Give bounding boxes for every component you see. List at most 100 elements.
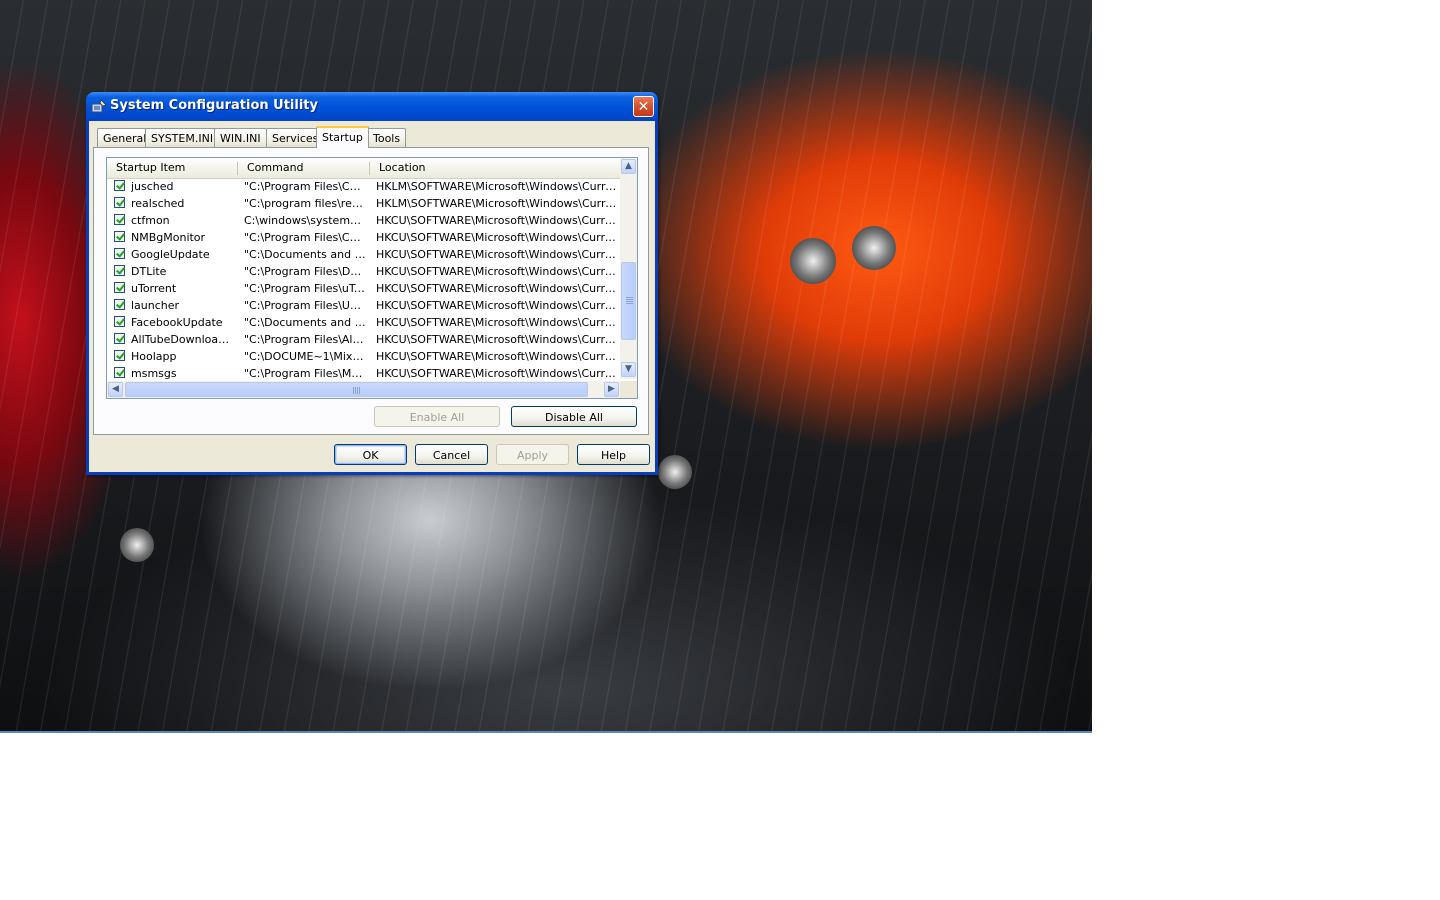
startup-item-name: jusched bbox=[131, 180, 174, 193]
startup-item-command: "C:\Program Files\DAE... bbox=[244, 265, 366, 278]
arrow-down-icon: ▼ bbox=[625, 364, 632, 374]
table-row[interactable]: uTorrent "C:\Program Files\uTo... HKCU\SOF… bbox=[107, 280, 621, 297]
scrollbar-corner bbox=[620, 381, 637, 398]
window-titlebar[interactable]: System Configuration Utility ✕ bbox=[86, 92, 658, 121]
table-row[interactable]: Hoolapp "C:\DOCUME~1\Mixi\... HKCU\SOFTWAR… bbox=[107, 348, 621, 365]
scroll-left-button[interactable]: ◀ bbox=[108, 382, 123, 397]
startup-item-name: launcher bbox=[131, 299, 180, 312]
startup-item-checkbox[interactable] bbox=[114, 350, 125, 361]
table-row[interactable]: GoogleUpdate "C:\Documents and Se... HKCU\… bbox=[107, 246, 621, 263]
startup-item-command: "C:\Program Files\Com... bbox=[244, 180, 366, 193]
startup-item-command: "C:\Program Files\AllT... bbox=[244, 333, 366, 346]
startup-item-command: "C:\Documents and Se... bbox=[244, 248, 366, 261]
enable-all-button[interactable]: Enable All bbox=[374, 406, 500, 427]
apply-button[interactable]: Apply bbox=[496, 444, 569, 465]
startup-item-command: "C:\Program Files\Unib... bbox=[244, 299, 366, 312]
startup-item-command: "C:\Program Files\Com... bbox=[244, 231, 366, 244]
startup-item-location: HKLM\SOFTWARE\Microsoft\Windows\CurrentV… bbox=[376, 197, 620, 210]
startup-item-command: "C:\DOCUME~1\Mixi\... bbox=[244, 350, 366, 363]
desktop-edge bbox=[0, 731, 1092, 733]
table-row[interactable]: ctfmon C:\windows\system32... HKCU\SOFTWAR… bbox=[107, 212, 621, 229]
tab-tools[interactable]: Tools bbox=[367, 128, 407, 147]
disable-all-button[interactable]: Disable All bbox=[511, 406, 637, 427]
arrow-up-icon: ▲ bbox=[625, 161, 632, 171]
wallpaper-headlight bbox=[790, 238, 836, 284]
startup-item-command: "C:\Program Files\uTo... bbox=[244, 282, 366, 295]
startup-item-checkbox[interactable] bbox=[114, 214, 125, 225]
startup-item-name: realsched bbox=[131, 197, 185, 210]
startup-item-checkbox[interactable] bbox=[114, 367, 125, 378]
scroll-down-button[interactable]: ▼ bbox=[621, 362, 636, 377]
startup-tab-panel: Startup Item Command Location jusched "C:… bbox=[93, 147, 649, 435]
wallpaper-headlight bbox=[120, 528, 154, 562]
table-row[interactable]: AllTubeDownloader "C:\Program Files\AllT.… bbox=[107, 331, 621, 348]
column-header-startup-item[interactable]: Startup Item bbox=[107, 158, 238, 178]
startup-item-name: msmsgs bbox=[131, 367, 177, 379]
help-button[interactable]: Help bbox=[577, 444, 650, 465]
table-row[interactable]: msmsgs "C:\Program Files\Mes... HKCU\SOFTW… bbox=[107, 365, 621, 379]
table-row[interactable]: launcher "C:\Program Files\Unib... HKCU\SO… bbox=[107, 297, 621, 314]
startup-item-location: HKCU\SOFTWARE\Microsoft\Windows\CurrentV… bbox=[376, 367, 620, 379]
wallpaper-headlight bbox=[658, 455, 692, 489]
table-row[interactable]: realsched "C:\program files\real\... HKLM\… bbox=[107, 195, 621, 212]
startup-item-location: HKCU\SOFTWARE\Microsoft\Windows\CurrentV… bbox=[376, 333, 620, 346]
startup-item-location: HKCU\SOFTWARE\Microsoft\Windows\CurrentV… bbox=[376, 265, 620, 278]
startup-item-checkbox[interactable] bbox=[114, 231, 125, 242]
close-button[interactable]: ✕ bbox=[633, 96, 654, 117]
startup-item-location: HKCU\SOFTWARE\Microsoft\Windows\CurrentV… bbox=[376, 350, 620, 363]
startup-item-name: DTLite bbox=[131, 265, 167, 278]
startup-item-checkbox[interactable] bbox=[114, 180, 125, 191]
ok-button[interactable]: OK bbox=[334, 444, 407, 465]
startup-list[interactable]: Startup Item Command Location jusched "C:… bbox=[106, 157, 638, 399]
table-row[interactable]: FacebookUpdate "C:\Documents and Se... HKC… bbox=[107, 314, 621, 331]
startup-item-checkbox[interactable] bbox=[114, 197, 125, 208]
startup-item-command: "C:\Documents and Se... bbox=[244, 316, 366, 329]
startup-item-location: HKCU\SOFTWARE\Microsoft\Windows\CurrentV… bbox=[376, 282, 620, 295]
startup-item-location: HKCU\SOFTWARE\Microsoft\Windows\CurrentV… bbox=[376, 316, 620, 329]
wallpaper-headlight bbox=[852, 226, 896, 270]
startup-item-checkbox[interactable] bbox=[114, 299, 125, 310]
startup-item-command: "C:\program files\real\... bbox=[244, 197, 366, 210]
startup-item-checkbox[interactable] bbox=[114, 248, 125, 259]
system-configuration-window: System Configuration Utility ✕ General S… bbox=[86, 92, 658, 475]
startup-item-name: NMBgMonitor bbox=[131, 231, 206, 244]
startup-item-checkbox[interactable] bbox=[114, 282, 125, 293]
table-row[interactable]: DTLite "C:\Program Files\DAE... HKCU\SOFTW… bbox=[107, 263, 621, 280]
startup-item-command: C:\windows\system32... bbox=[244, 214, 366, 227]
scroll-up-button[interactable]: ▲ bbox=[621, 159, 636, 174]
arrow-left-icon: ◀ bbox=[112, 384, 119, 394]
msconfig-icon bbox=[91, 99, 107, 113]
arrow-right-icon: ▶ bbox=[608, 384, 615, 394]
list-header: Startup Item Command Location bbox=[107, 158, 621, 179]
startup-item-name: GoogleUpdate bbox=[131, 248, 210, 261]
startup-item-location: HKLM\SOFTWARE\Microsoft\Windows\CurrentV… bbox=[376, 180, 620, 193]
startup-item-name: uTorrent bbox=[131, 282, 177, 295]
cancel-button[interactable]: Cancel bbox=[415, 444, 488, 465]
table-row[interactable]: jusched "C:\Program Files\Com... HKLM\SOFT… bbox=[107, 178, 621, 195]
column-header-location[interactable]: Location bbox=[370, 158, 621, 178]
startup-item-name: FacebookUpdate bbox=[131, 316, 223, 329]
startup-item-command: "C:\Program Files\Mes... bbox=[244, 367, 366, 379]
horizontal-scroll-thumb[interactable] bbox=[125, 382, 588, 397]
startup-item-checkbox[interactable] bbox=[114, 265, 125, 276]
horizontal-scrollbar[interactable]: ◀ ▶ bbox=[107, 381, 621, 398]
close-icon: ✕ bbox=[637, 99, 650, 115]
vertical-scrollbar[interactable]: ▲ ▼ bbox=[620, 158, 637, 379]
startup-item-location: HKCU\SOFTWARE\Microsoft\Windows\CurrentV… bbox=[376, 299, 620, 312]
tab-startup[interactable]: Startup bbox=[316, 126, 369, 148]
tab-system-ini[interactable]: SYSTEM.INI bbox=[145, 128, 220, 147]
list-body: jusched "C:\Program Files\Com... HKLM\SOFT… bbox=[107, 178, 621, 379]
vertical-scroll-thumb[interactable] bbox=[621, 262, 636, 340]
startup-item-location: HKCU\SOFTWARE\Microsoft\Windows\CurrentV… bbox=[376, 214, 620, 227]
startup-item-checkbox[interactable] bbox=[114, 316, 125, 327]
window-title: System Configuration Utility bbox=[110, 98, 318, 113]
tab-win-ini[interactable]: WIN.INI bbox=[214, 128, 267, 147]
startup-item-name: AllTubeDownloader bbox=[131, 333, 235, 346]
startup-item-name: ctfmon bbox=[131, 214, 170, 227]
startup-item-name: Hoolapp bbox=[131, 350, 177, 363]
scroll-right-button[interactable]: ▶ bbox=[604, 382, 619, 397]
startup-item-location: HKCU\SOFTWARE\Microsoft\Windows\CurrentV… bbox=[376, 231, 620, 244]
table-row[interactable]: NMBgMonitor "C:\Program Files\Com... HKCU\… bbox=[107, 229, 621, 246]
column-header-command[interactable]: Command bbox=[238, 158, 370, 178]
startup-item-checkbox[interactable] bbox=[114, 333, 125, 344]
